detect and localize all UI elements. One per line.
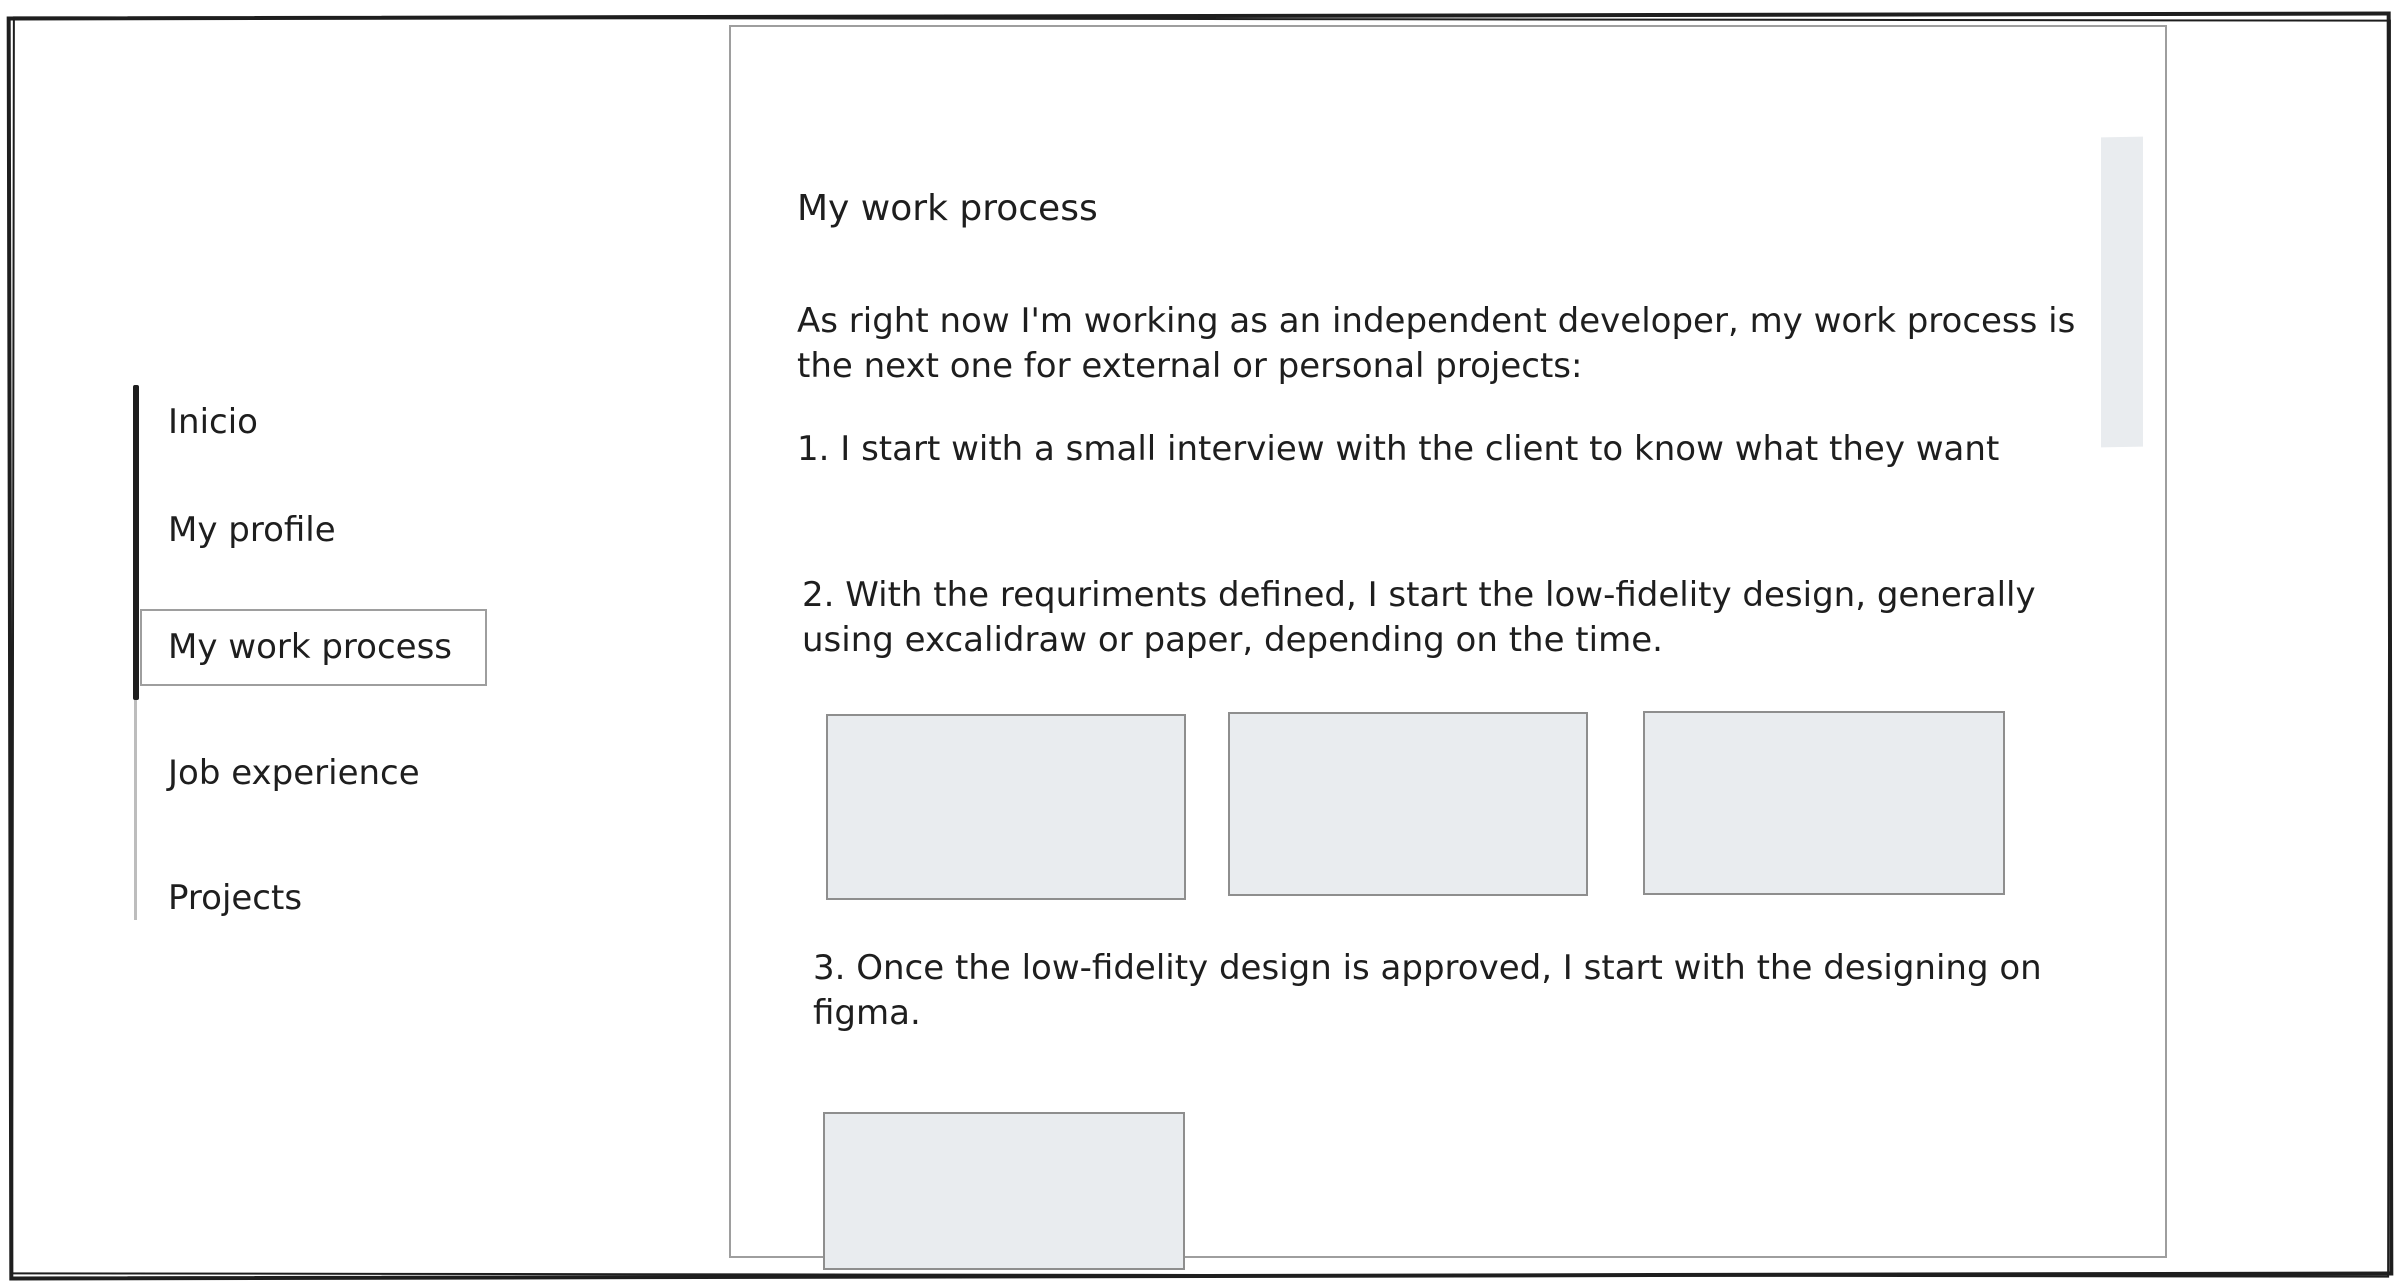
image-placeholder xyxy=(1228,712,1588,896)
nav-item-my-profile[interactable]: My profile xyxy=(168,508,336,552)
step-3-text: 3. Once the low-fidelity design is appro… xyxy=(813,948,2042,1033)
nav-item-label: My work process xyxy=(168,627,453,667)
intro-paragraph: As right now I'm working as an independe… xyxy=(797,301,2076,386)
step-2-text: 2. With the requriments defined, I start… xyxy=(802,575,2036,660)
nav-item-my-work-process[interactable]: My work process xyxy=(140,609,487,686)
nav-item-job-experience[interactable]: Job experience xyxy=(168,751,420,795)
sidebar-nav: Inicio My profile My work process Job ex… xyxy=(0,0,700,1288)
nav-item-projects[interactable]: Projects xyxy=(168,876,302,920)
image-placeholder xyxy=(1643,711,2005,895)
image-placeholder xyxy=(826,714,1186,900)
image-placeholder xyxy=(823,1112,1185,1270)
step-1-text: 1. I start with a small interview with t… xyxy=(797,429,2000,469)
page-title: My work process xyxy=(797,188,1098,229)
nav-rail-indicator xyxy=(133,385,139,700)
nav-item-inicio[interactable]: Inicio xyxy=(168,400,258,444)
scrollbar-thumb[interactable] xyxy=(2101,136,2143,448)
